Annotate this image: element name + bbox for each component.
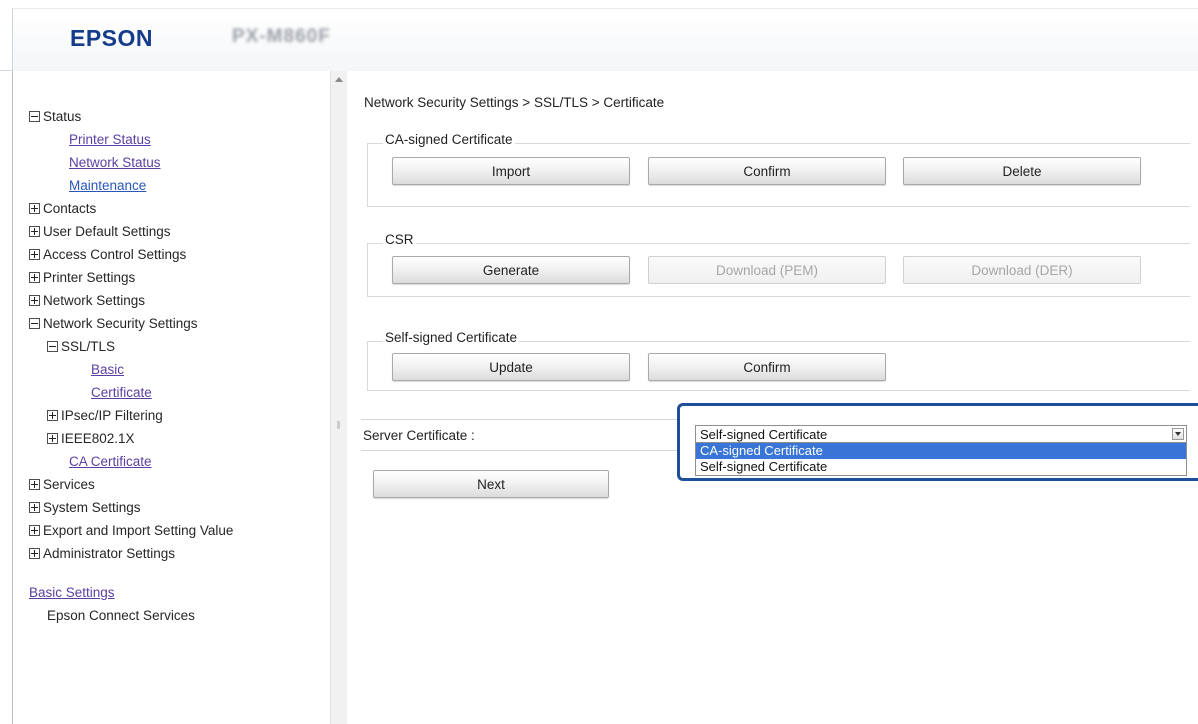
sidebar-link-network-status[interactable]: Network Status (69, 155, 161, 170)
expand-plus-icon[interactable] (29, 502, 40, 513)
sidebar-link-basic-settings[interactable]: Basic Settings (29, 585, 115, 600)
dropdown-option[interactable]: CA-signed Certificate (696, 443, 1186, 459)
sidebar-item-ieee802-1x[interactable]: IEEE802.1X (29, 427, 233, 450)
sidebar-item-access-control-settings[interactable]: Access Control Settings (29, 243, 233, 266)
sidebar-item-printer-settings[interactable]: Printer Settings (29, 266, 233, 289)
sidebar-link-maintenance[interactable]: Maintenance (69, 178, 146, 193)
sidebar-link-certificate[interactable]: Certificate (91, 385, 152, 400)
sidebar-link-printer-status[interactable]: Printer Status (69, 132, 151, 147)
sidebar-link-basic[interactable]: Basic (91, 362, 124, 377)
brand-bar (12, 8, 1198, 71)
epson-logo: EPSON (70, 25, 154, 51)
download-der-button[interactable]: Download (DER) (903, 256, 1141, 284)
collapse-minus-icon[interactable] (29, 318, 40, 329)
scroll-up-arrow-icon[interactable] (335, 77, 343, 82)
expand-plus-icon[interactable] (29, 249, 40, 260)
ca-signed-certificate-group: CA-signed Certificate Import Confirm Del… (367, 132, 1190, 207)
sidebar-item-services[interactable]: Services (29, 473, 233, 496)
sidebar-item-basic: Basic (29, 358, 233, 381)
expand-plus-icon[interactable] (29, 203, 40, 214)
sidebar-item-label[interactable]: IEEE802.1X (61, 431, 135, 446)
expand-plus-icon[interactable] (29, 479, 40, 490)
sidebar-item-certificate: Certificate (29, 381, 233, 404)
update-button[interactable]: Update (392, 353, 630, 381)
csr-legend: CSR (383, 232, 416, 247)
sidebar-item-label[interactable]: Printer Settings (43, 270, 135, 285)
collapse-minus-icon[interactable] (47, 341, 58, 352)
sidebar-item-ssl-tls[interactable]: SSL/TLS (29, 335, 233, 358)
server-certificate-options: CA-signed Certificate Self-signed Certifi… (695, 443, 1187, 476)
sidebar-item-user-default-settings[interactable]: User Default Settings (29, 220, 233, 243)
server-certificate-row: Server Certificate : (361, 419, 681, 451)
server-certificate-select[interactable]: Self-signed Certificate (695, 425, 1187, 443)
printer-model-name: PX-M860F (232, 26, 331, 47)
expand-plus-icon[interactable] (29, 295, 40, 306)
sidebar-item-label[interactable]: Access Control Settings (43, 247, 186, 262)
dropdown-arrow-icon[interactable] (1172, 428, 1184, 440)
sidebar-link-ca-certificate[interactable]: CA Certificate (69, 454, 152, 469)
server-certificate-label: Server Certificate : (363, 428, 475, 443)
sidebar-item-label[interactable]: Administrator Settings (43, 546, 175, 561)
sidebar-scrollbar[interactable] (330, 71, 347, 724)
main-content: Network Security Settings > SSL/TLS > Ce… (347, 71, 1198, 724)
sidebar-item-network-settings[interactable]: Network Settings (29, 289, 233, 312)
ca-signed-certificate-legend: CA-signed Certificate (383, 132, 515, 147)
ca-confirm-button[interactable]: Confirm (648, 157, 886, 185)
delete-button[interactable]: Delete (903, 157, 1141, 185)
self-signed-certificate-group: Self-signed Certificate Update Confirm (367, 330, 1190, 391)
expand-plus-icon[interactable] (29, 525, 40, 536)
sidebar-item-status[interactable]: Status (29, 105, 233, 128)
sidebar-item-network-status: Network Status (29, 151, 233, 174)
sidebar-item-printer-status: Printer Status (29, 128, 233, 151)
collapse-minus-icon[interactable] (29, 111, 40, 122)
sidebar-item-network-security-settings[interactable]: Network Security Settings (29, 312, 233, 335)
page-header: EPSON PX-M860F (0, 0, 1198, 71)
csr-group: CSR Generate Download (PEM) Download (DE… (367, 232, 1190, 297)
sidebar-item-basic-settings: Basic Settings (29, 581, 233, 604)
sidebar-item-administrator-settings[interactable]: Administrator Settings (29, 542, 233, 565)
generate-button[interactable]: Generate (392, 256, 630, 284)
import-button[interactable]: Import (392, 157, 630, 185)
sidebar-item-label[interactable]: Network Security Settings (43, 316, 198, 331)
breadcrumb: Network Security Settings > SSL/TLS > Ce… (364, 95, 665, 110)
sidebar-nav: Status Printer Status Network Status Mainte… (12, 71, 331, 724)
sidebar-item-label[interactable]: User Default Settings (43, 224, 171, 239)
sidebar-item-export-and-import-setting-value[interactable]: Export and Import Setting Value (29, 519, 233, 542)
sidebar-item-label: Epson Connect Services (47, 608, 195, 623)
sidebar-item-label[interactable]: System Settings (43, 500, 141, 515)
expand-plus-icon[interactable] (29, 548, 40, 559)
expand-plus-icon[interactable] (47, 433, 58, 444)
nav-tree: Status Printer Status Network Status Mainte… (29, 105, 233, 627)
sidebar-item-epson-connect-services: Epson Connect Services (29, 604, 233, 627)
sidebar-item-label[interactable]: Status (43, 109, 81, 124)
self-signed-certificate-legend: Self-signed Certificate (383, 330, 520, 345)
server-certificate-selected-value: Self-signed Certificate (700, 427, 828, 442)
download-pem-button[interactable]: Download (PEM) (648, 256, 886, 284)
sidebar-item-label[interactable]: SSL/TLS (61, 339, 115, 354)
sidebar-item-label[interactable]: Network Settings (43, 293, 145, 308)
expand-plus-icon[interactable] (29, 226, 40, 237)
sidebar-item-label[interactable]: Services (43, 477, 95, 492)
sidebar-item-maintenance: Maintenance (29, 174, 233, 197)
sidebar-item-ipsec-ip-filtering[interactable]: IPsec/IP Filtering (29, 404, 233, 427)
sidebar-item-label[interactable]: IPsec/IP Filtering (61, 408, 163, 423)
sidebar-item-label[interactable]: Contacts (43, 201, 96, 216)
self-signed-confirm-button[interactable]: Confirm (648, 353, 886, 381)
scroll-grip[interactable] (337, 421, 340, 429)
dropdown-option[interactable]: Self-signed Certificate (696, 459, 1186, 475)
sidebar-item-system-settings[interactable]: System Settings (29, 496, 233, 519)
sidebar-item-label[interactable]: Export and Import Setting Value (43, 523, 233, 538)
sidebar-item-ca-certificate: CA Certificate (29, 450, 233, 473)
expand-plus-icon[interactable] (47, 410, 58, 421)
sidebar-item-contacts[interactable]: Contacts (29, 197, 233, 220)
expand-plus-icon[interactable] (29, 272, 40, 283)
next-button[interactable]: Next (373, 470, 609, 498)
